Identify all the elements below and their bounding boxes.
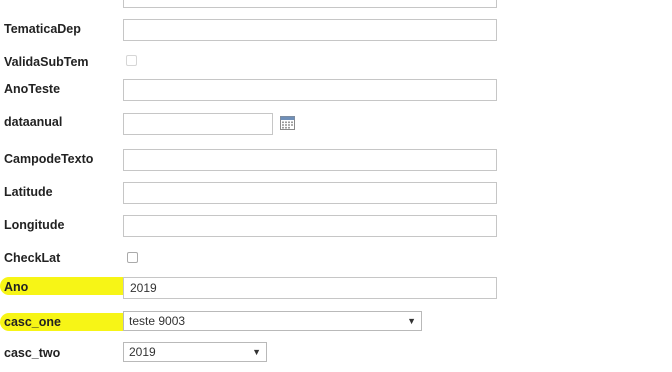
- valida-sub-tem-label: ValidaSubTem: [4, 55, 89, 69]
- ano-input[interactable]: 2019: [123, 277, 497, 299]
- check-lat-label: CheckLat: [4, 251, 61, 265]
- dataanual-input[interactable]: [123, 113, 273, 135]
- casc-one-label: casc_one: [4, 315, 61, 329]
- casc-one-selected-value: teste 9003: [129, 314, 186, 328]
- valida-sub-tem-checkbox[interactable]: [126, 55, 137, 66]
- calendar-icon[interactable]: [280, 116, 295, 130]
- campode-texto-input[interactable]: [123, 149, 497, 171]
- ano-input-value: 2019: [130, 281, 157, 295]
- chevron-down-icon: ▼: [252, 347, 261, 357]
- tematica-dep-label: TematicaDep: [4, 22, 81, 36]
- chevron-down-icon: ▼: [407, 316, 416, 326]
- tematica-dep-input[interactable]: [123, 19, 497, 41]
- form-page: TematicaDep ValidaSubTem AnoTeste dataan…: [0, 0, 672, 372]
- latitude-label: Latitude: [4, 185, 53, 199]
- dataanual-label: dataanual: [4, 115, 63, 129]
- longitude-label: Longitude: [4, 218, 65, 232]
- ano-teste-input[interactable]: [123, 79, 497, 101]
- casc-two-selected-value: 2019: [129, 345, 156, 359]
- ano-teste-label: AnoTeste: [4, 82, 61, 96]
- ano-label: Ano: [4, 280, 29, 294]
- longitude-input[interactable]: [123, 215, 497, 237]
- top-partial-input[interactable]: [123, 0, 497, 8]
- casc-one-select[interactable]: teste 9003 ▼: [123, 311, 422, 331]
- latitude-input[interactable]: [123, 182, 497, 204]
- campode-texto-label: CampodeTexto: [4, 152, 94, 166]
- check-lat-checkbox[interactable]: [127, 252, 138, 263]
- casc-two-select[interactable]: 2019 ▼: [123, 342, 267, 362]
- casc-two-label: casc_two: [4, 346, 61, 360]
